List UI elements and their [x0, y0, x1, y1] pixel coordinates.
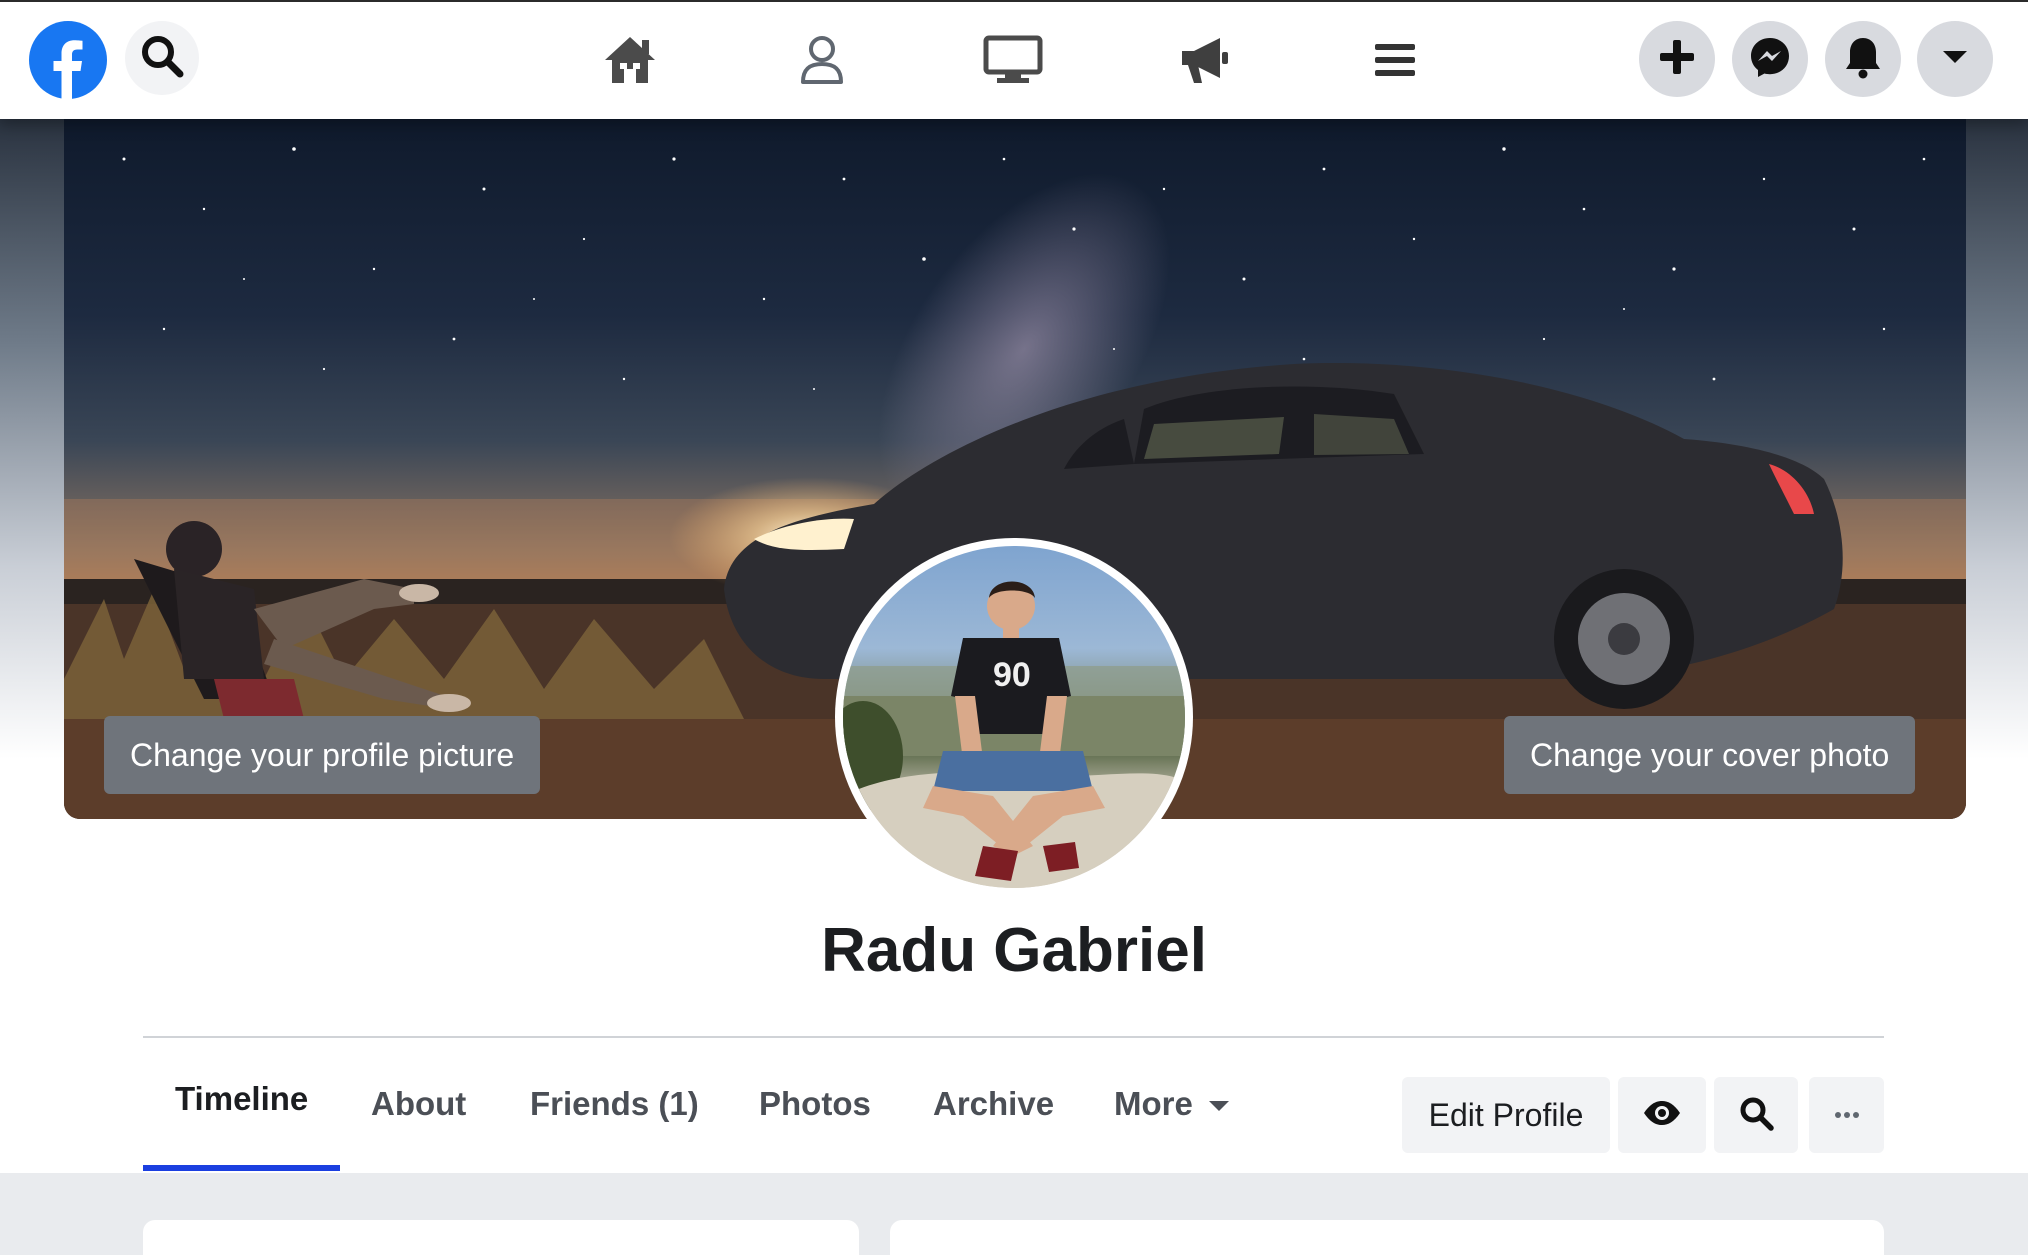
profile-icon — [798, 34, 846, 91]
top-navigation-bar — [0, 0, 2028, 119]
change-profile-picture-button[interactable]: Change your profile picture — [104, 716, 541, 794]
more-dots-icon — [1834, 1106, 1860, 1124]
change-cover-photo-button[interactable]: Change your cover photo — [1504, 716, 1916, 794]
notifications-button[interactable] — [1825, 21, 1901, 97]
edit-profile-button[interactable]: Edit Profile — [1402, 1077, 1610, 1153]
more-options-button[interactable] — [1809, 1077, 1884, 1153]
create-button[interactable] — [1639, 21, 1715, 97]
tab-photos-label: Photos — [759, 1085, 871, 1122]
tab-about[interactable]: About — [371, 1085, 466, 1123]
active-tab-indicator — [143, 1165, 340, 1171]
profile-name: Radu Gabriel — [821, 916, 1207, 985]
edit-profile-label: Edit Profile — [1428, 1096, 1584, 1133]
search-profile-button[interactable] — [1714, 1077, 1798, 1153]
change-profile-picture-label: Change your profile picture — [130, 736, 515, 773]
caret-down-icon — [1208, 1101, 1229, 1112]
change-cover-photo-label: Change your cover photo — [1530, 736, 1890, 773]
menu-nav-button[interactable] — [1363, 30, 1427, 94]
facebook-logo-icon[interactable] — [29, 21, 107, 99]
tab-photos[interactable]: Photos — [759, 1085, 871, 1123]
avatar-photo: 90 — [843, 546, 1185, 888]
messenger-icon — [1748, 35, 1792, 84]
caret-down-icon — [1941, 48, 1969, 71]
tab-more-label: More — [1114, 1085, 1193, 1122]
shirt-text: 90 — [993, 656, 1031, 694]
tab-friends-label: Friends (1) — [530, 1085, 699, 1122]
tab-archive-label: Archive — [933, 1085, 1055, 1122]
account-menu-button[interactable] — [1917, 21, 1993, 97]
eye-icon — [1642, 1099, 1682, 1132]
intro-card — [143, 1220, 859, 1255]
tab-timeline[interactable]: Timeline — [175, 1080, 308, 1118]
search-button[interactable] — [125, 21, 199, 95]
post-composer-card — [890, 1220, 1884, 1255]
menu-icon — [1372, 40, 1418, 85]
tab-archive[interactable]: Archive — [933, 1085, 1054, 1123]
profile-picture[interactable]: 90 — [835, 538, 1193, 896]
search-icon — [138, 32, 186, 85]
section-divider — [143, 1036, 1884, 1038]
watch-nav-button[interactable] — [981, 30, 1045, 94]
home-icon — [602, 34, 658, 91]
tab-friends[interactable]: Friends (1) — [530, 1085, 699, 1123]
ads-nav-button[interactable] — [1172, 30, 1236, 94]
profile-nav-button[interactable] — [790, 30, 854, 94]
bell-icon — [1843, 35, 1883, 84]
search-icon — [1738, 1095, 1774, 1136]
megaphone-icon — [1176, 35, 1232, 90]
messenger-button[interactable] — [1732, 21, 1808, 97]
tab-more[interactable]: More — [1114, 1085, 1229, 1123]
plus-icon — [1657, 37, 1697, 82]
home-nav-button[interactable] — [598, 30, 662, 94]
tab-timeline-label: Timeline — [175, 1080, 309, 1117]
watch-icon — [983, 35, 1043, 90]
tab-about-label: About — [371, 1085, 467, 1122]
view-as-button[interactable] — [1618, 1077, 1706, 1153]
